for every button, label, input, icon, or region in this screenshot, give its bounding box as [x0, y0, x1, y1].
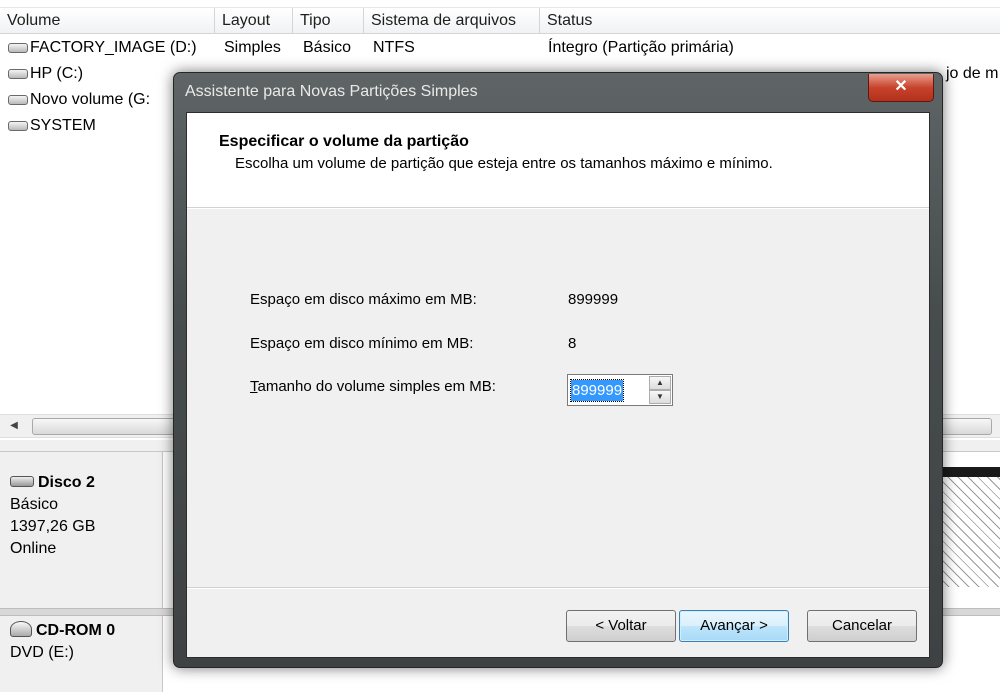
new-simple-volume-wizard: Assistente para Novas Partições Simples …	[173, 72, 943, 668]
spin-down-icon[interactable]: ▼	[649, 390, 671, 404]
cdrom-icon	[10, 621, 32, 637]
drive-icon	[8, 121, 28, 131]
close-icon: ✕	[894, 78, 908, 95]
next-button[interactable]: Avançar >	[679, 610, 789, 642]
close-button[interactable]: ✕	[868, 74, 934, 102]
column-header-status[interactable]: Status	[540, 8, 1000, 34]
spin-up-icon[interactable]: ▲	[649, 376, 671, 390]
max-size-label: Espaço em disco máximo em MB:	[250, 291, 477, 308]
disk-2-info: Disco 2 Básico 1397,26 GB Online	[10, 474, 96, 557]
column-header-layout[interactable]: Layout	[215, 8, 293, 34]
table-row[interactable]: FACTORY_IMAGE (D:) Simples Básico NTFS Í…	[0, 35, 1000, 60]
min-size-value: 8	[568, 335, 577, 352]
footer-divider	[187, 587, 929, 589]
back-button[interactable]: < Voltar	[566, 610, 676, 642]
wizard-header: Especificar o volume da partição Escolha…	[187, 113, 929, 208]
column-header-volume[interactable]: Volume	[0, 8, 215, 34]
volume-size-input[interactable]: 899999	[569, 379, 625, 402]
page-subtitle: Escolha um volume de partição que esteja…	[235, 155, 773, 172]
partition-block[interactable]	[940, 467, 1000, 587]
min-size-label: Espaço em disco mínimo em MB:	[250, 335, 474, 352]
scroll-left-icon[interactable]: ◀	[6, 418, 22, 434]
status-tail: jo de m	[946, 65, 999, 82]
drive-icon	[8, 69, 28, 79]
dialog-title: Assistente para Novas Partições Simples	[185, 83, 478, 100]
volume-size-label: Tamanho do volume simples em MB:	[250, 378, 496, 395]
page-title: Especificar o volume da partição	[219, 133, 469, 150]
drive-icon	[8, 43, 28, 53]
wizard-page: Especificar o volume da partição Escolha…	[186, 112, 930, 658]
column-header-filesystem[interactable]: Sistema de arquivos	[364, 8, 540, 34]
cancel-button[interactable]: Cancelar	[807, 610, 917, 642]
max-size-value: 899999	[568, 291, 619, 308]
drive-icon	[8, 95, 28, 105]
volume-size-stepper[interactable]: 899999 ▲ ▼	[567, 374, 673, 406]
volume-list-header: Volume Layout Tipo Sistema de arquivos S…	[0, 7, 1000, 34]
cdrom-info: CD-ROM 0 DVD (E:)	[10, 621, 116, 661]
column-header-type[interactable]: Tipo	[293, 8, 364, 34]
disk-icon	[10, 476, 34, 487]
